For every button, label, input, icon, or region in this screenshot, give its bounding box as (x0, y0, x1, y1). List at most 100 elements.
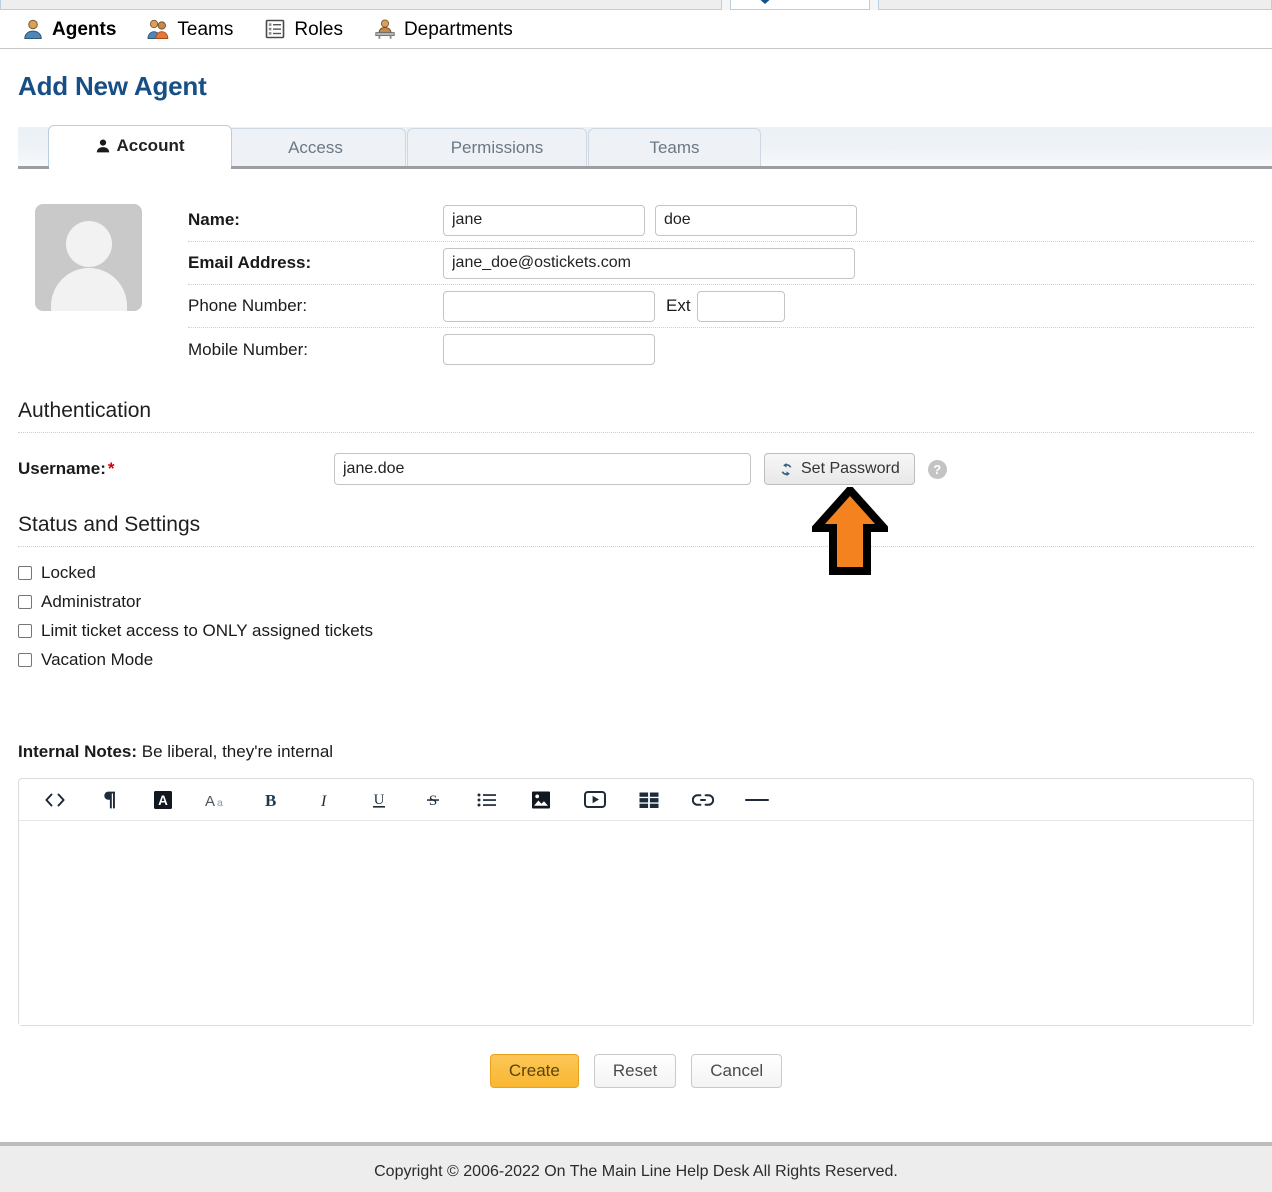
tab-account[interactable]: Account (48, 125, 232, 169)
departments-desk-icon (375, 19, 395, 39)
checkbox-administrator[interactable] (18, 595, 32, 609)
editor-toolbar: A A a B I U S (19, 779, 1253, 821)
name-label: Name: (188, 210, 240, 229)
text-color-icon[interactable]: A (149, 786, 177, 814)
strikethrough-icon[interactable]: S (419, 786, 447, 814)
admin-page: Agents Teams Roles Departments Add New A… (0, 10, 1272, 1146)
checkbox-limit-ticket-access[interactable] (18, 624, 32, 638)
avatar-body (50, 268, 127, 311)
ext-input[interactable] (696, 290, 785, 322)
person-icon (96, 139, 109, 153)
svg-text:A: A (205, 793, 215, 809)
row-username: Username:* Set Password ? (18, 453, 1254, 485)
reset-button[interactable]: Reset (593, 1054, 677, 1088)
phone-input[interactable] (443, 290, 655, 322)
tab-access[interactable]: Access (225, 128, 406, 166)
pilcrow-icon[interactable] (95, 786, 123, 814)
cancel-button[interactable]: Cancel (691, 1054, 783, 1088)
cut-tab-2-active[interactable] (730, 0, 870, 10)
svg-text:B: B (265, 791, 276, 809)
username-label: Username: * (18, 459, 334, 479)
cut-tab-1[interactable] (0, 0, 722, 10)
source-code-icon[interactable] (41, 786, 69, 814)
required-asterisk: * (107, 459, 115, 478)
avatar-head (65, 221, 112, 267)
table-icon[interactable] (635, 786, 663, 814)
nav-item-teams[interactable]: Teams (147, 18, 233, 40)
form-tabs: Account Access Permissions Teams (18, 125, 1272, 169)
underline-icon[interactable]: U (365, 786, 393, 814)
horizontal-rule-icon[interactable] (743, 786, 771, 814)
sub-nav-menu: Agents Teams Roles Departments (0, 10, 1272, 49)
nav-item-roles[interactable]: Roles (264, 18, 343, 40)
create-button[interactable]: Create (489, 1054, 579, 1088)
checkbox-locked[interactable] (18, 566, 32, 580)
checkbox-row-vacation-mode[interactable]: Vacation Mode (18, 650, 1254, 670)
checkbox-locked-label: Locked (41, 563, 96, 582)
chevron-down-icon (756, 0, 774, 4)
link-icon[interactable] (689, 786, 717, 814)
row-email: Email Address: (188, 242, 1254, 285)
row-name: Name: (188, 199, 1254, 242)
email-input[interactable] (443, 247, 855, 279)
unordered-list-icon[interactable] (473, 786, 501, 814)
form-actions: Create Reset Cancel (18, 1054, 1254, 1088)
browser-tab-strip-cutoff (0, 0, 1272, 10)
nav-item-departments[interactable]: Departments (374, 18, 513, 40)
roles-list-icon (266, 19, 285, 39)
set-password-label: Set Password (801, 460, 900, 477)
agent-person-icon (24, 19, 42, 39)
internal-notes-label: Internal Notes: (18, 742, 138, 761)
tab-account-label: Account (116, 136, 185, 155)
nav-item-agents[interactable]: Agents (22, 18, 116, 40)
italic-icon[interactable]: I (311, 786, 339, 814)
teams-people-icon (147, 19, 169, 39)
authentication-heading: Authentication (18, 399, 1254, 433)
help-icon[interactable]: ? (927, 459, 947, 479)
font-size-icon[interactable]: A a (203, 786, 231, 814)
bold-icon[interactable]: B (257, 786, 285, 814)
checkbox-row-limit-ticket-access[interactable]: Limit ticket access to ONLY assigned tic… (18, 621, 1254, 641)
row-phone: Phone Number: Ext (188, 285, 1254, 328)
internal-notes-textarea[interactable] (19, 821, 1253, 1025)
username-label-text: Username: (18, 459, 106, 478)
checkbox-administrator-label: Administrator (41, 592, 142, 611)
svg-text:a: a (217, 797, 223, 809)
ext-label: Ext (666, 296, 691, 315)
username-input[interactable] (334, 453, 751, 485)
avatar (35, 204, 142, 311)
tab-teams-label: Teams (649, 137, 700, 157)
nav-item-agents-label: Agents (52, 18, 117, 40)
copyright-text: Copyright © 2006-2022 On The Main Line H… (374, 1163, 898, 1180)
refresh-icon (781, 462, 792, 476)
cut-tab-3[interactable] (878, 0, 1272, 10)
tab-access-label: Access (288, 137, 343, 157)
svg-text:I: I (320, 793, 327, 809)
page-title: Add New Agent (18, 71, 207, 101)
footer: Copyright © 2006-2022 On The Main Line H… (0, 1150, 1272, 1192)
nav-item-departments-label: Departments (403, 18, 513, 40)
svg-text:S: S (429, 793, 437, 809)
checkbox-row-locked[interactable]: Locked (18, 563, 1254, 583)
internal-notes-heading: Internal Notes: Be liberal, they're inte… (18, 742, 1254, 762)
last-name-input[interactable] (655, 204, 857, 236)
nav-item-teams-label: Teams (177, 18, 234, 40)
mobile-label: Mobile Number: (188, 339, 308, 359)
set-password-button[interactable]: Set Password (764, 453, 915, 485)
tab-teams[interactable]: Teams (588, 128, 761, 166)
mobile-input[interactable] (443, 334, 655, 365)
status-settings-list: Locked Administrator Limit ticket access… (18, 563, 1254, 670)
checkbox-row-administrator[interactable]: Administrator (18, 592, 1254, 612)
image-icon[interactable] (527, 786, 555, 814)
row-mobile: Mobile Number: (188, 328, 1254, 371)
checkbox-vacation-mode[interactable] (18, 653, 32, 667)
svg-text:U: U (374, 792, 385, 808)
nav-item-roles-label: Roles (294, 18, 343, 40)
status-settings-heading: Status and Settings (18, 513, 1254, 547)
phone-label: Phone Number: (188, 296, 308, 315)
tab-permissions-label: Permissions (450, 137, 544, 157)
svg-text:A: A (158, 793, 168, 808)
video-icon[interactable] (581, 786, 609, 814)
tab-permissions[interactable]: Permissions (407, 128, 587, 166)
first-name-input[interactable] (443, 204, 645, 236)
